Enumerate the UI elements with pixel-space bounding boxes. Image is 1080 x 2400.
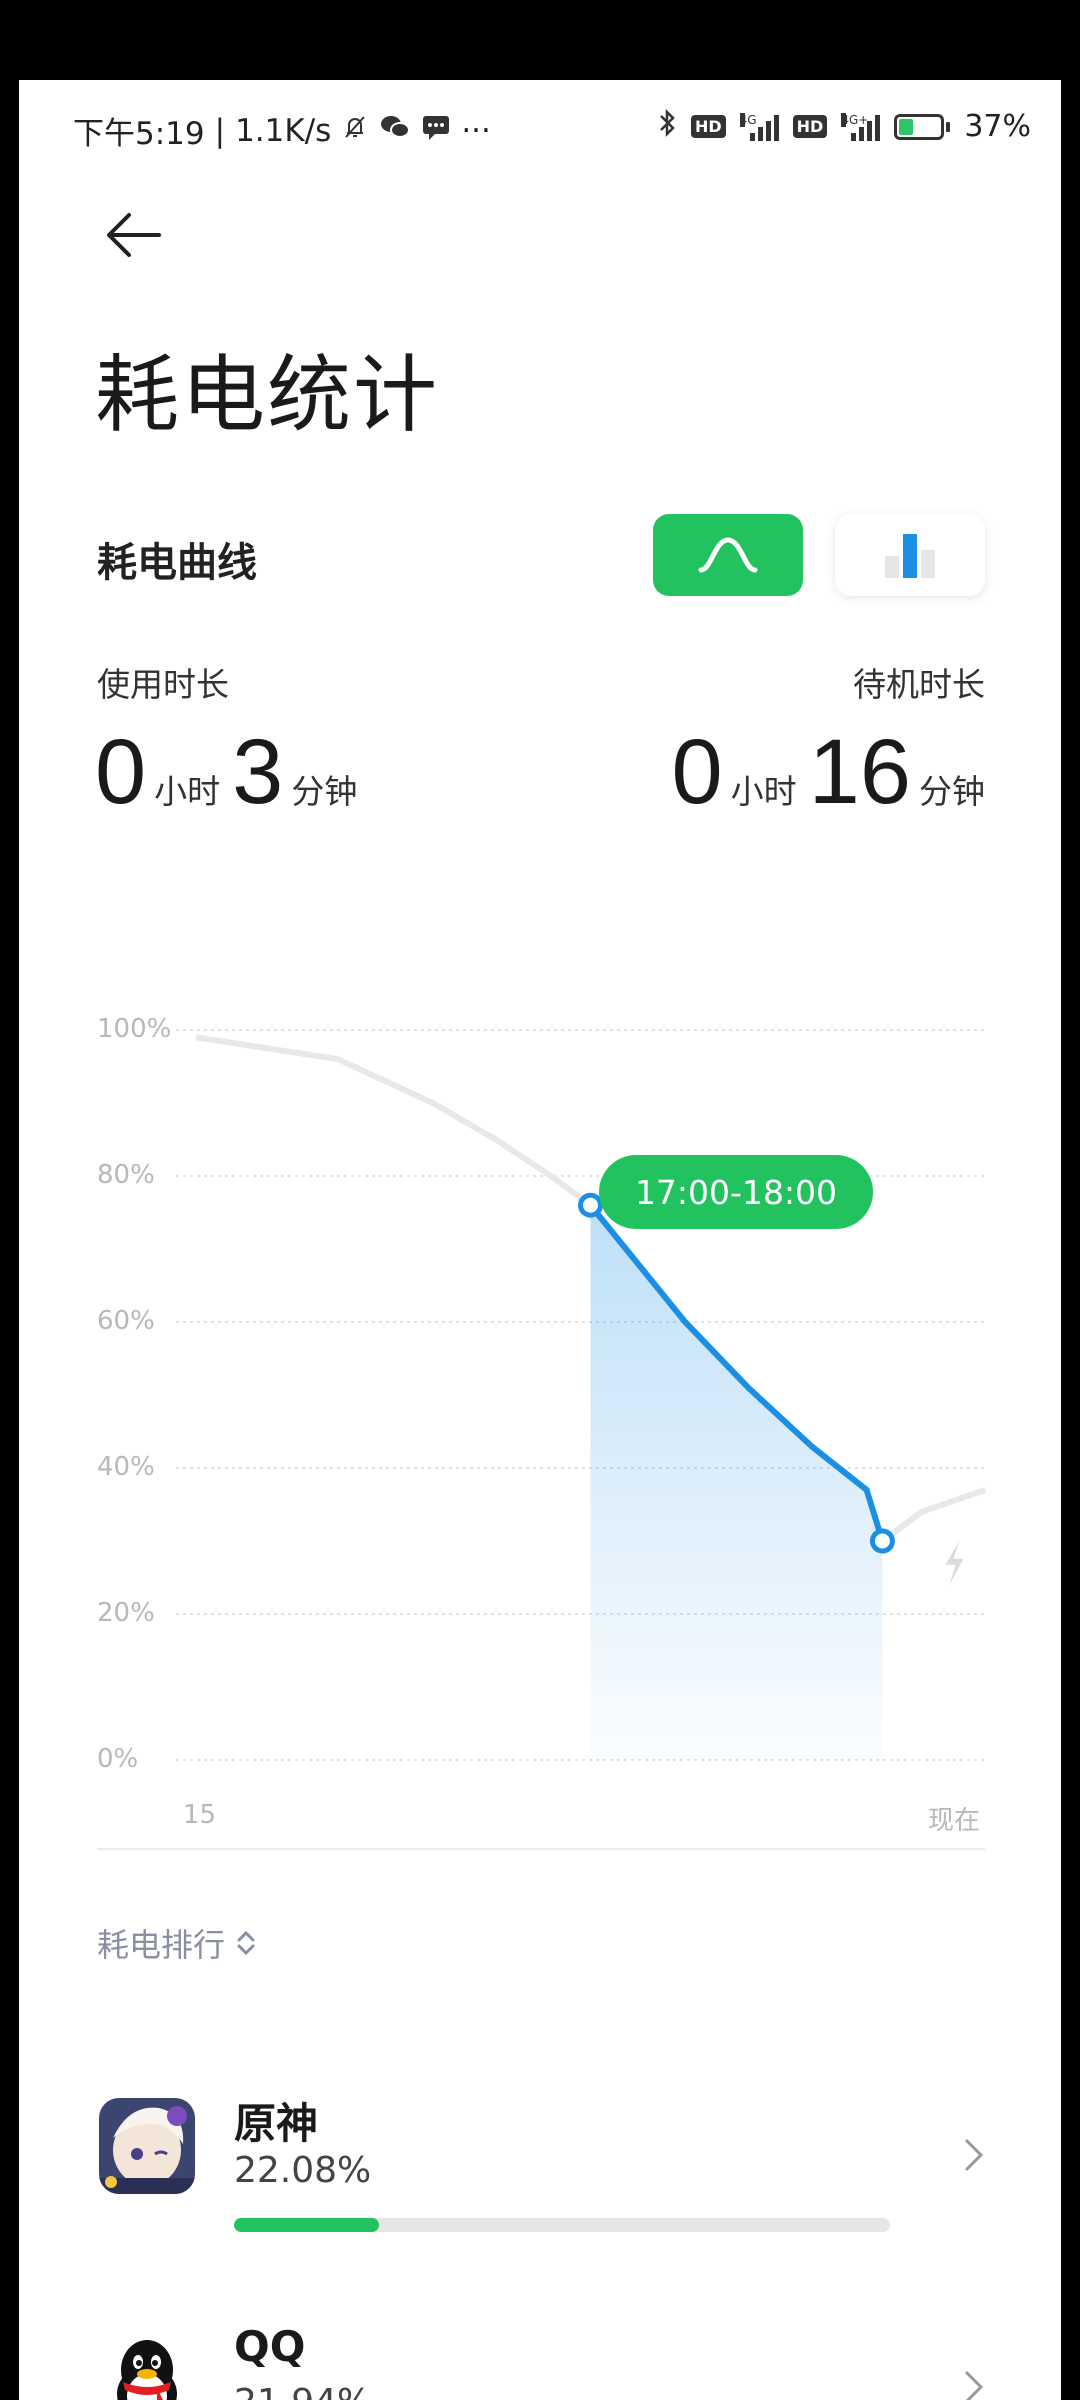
y-tick-label: 40%	[97, 1452, 155, 1482]
battery-chart-svg	[176, 1029, 986, 1761]
usage-hours: 0	[95, 721, 147, 823]
curve-view-button[interactable]	[653, 514, 803, 596]
status-left: 下午5:19 | 1.1K/s ···	[73, 108, 491, 153]
back-arrow-icon	[107, 213, 161, 257]
standby-minutes: 16	[808, 721, 911, 823]
curve-icon	[698, 537, 758, 573]
hour-unit: 小时	[154, 772, 221, 811]
chevron-right-icon	[965, 2371, 984, 2400]
x-tick-label: 现在	[928, 1806, 981, 1836]
standby-duration: 0 小时 16 分钟	[671, 720, 985, 825]
signal-icon-2: 4G+	[841, 112, 881, 141]
app-row-genshin[interactable]: 原神 22.08%	[19, 2040, 1061, 2240]
more-notifications-icon: ···	[461, 112, 491, 149]
qq-app-icon	[99, 2330, 195, 2400]
screen: 下午5:19 | 1.1K/s ··· HD 4G HD 4G+ 37% 耗电统…	[19, 80, 1061, 2400]
page-title: 耗电统计	[95, 346, 440, 444]
standby-hours: 0	[671, 721, 723, 823]
highlight-area	[590, 1205, 883, 1760]
y-tick-label: 20%	[97, 1598, 155, 1628]
minute-unit: 分钟	[919, 772, 985, 811]
ranking-sort-button[interactable]: 耗电排行	[97, 1920, 257, 1966]
usage-duration: 0 小时 3 分钟	[95, 720, 369, 825]
status-right: HD 4G HD 4G+ 37%	[657, 108, 1031, 145]
status-separator: |	[214, 112, 226, 149]
divider	[97, 1848, 985, 1850]
y-tick-label: 60%	[97, 1306, 155, 1336]
battery-icon	[894, 113, 951, 140]
network-type-label: 4G	[739, 112, 757, 127]
back-button[interactable]	[99, 200, 169, 270]
status-time: 下午5:19	[73, 116, 205, 152]
app-percent: 22.08%	[234, 2150, 372, 2191]
battery-percent: 37%	[964, 109, 1031, 144]
hour-unit: 小时	[730, 772, 797, 811]
wechat-icon	[379, 113, 411, 148]
signal-icon: 4G	[739, 112, 779, 141]
battery-chart[interactable]: 100% 80% 60% 40% 20% 0% 15 现在	[19, 960, 1061, 1840]
bar-view-button[interactable]	[835, 514, 985, 596]
silent-icon	[341, 113, 369, 148]
network-speed: 1.1K/s	[235, 112, 332, 149]
minute-unit: 分钟	[291, 772, 358, 811]
y-tick-label: 0%	[97, 1744, 139, 1774]
app-name: QQ	[234, 2322, 306, 2371]
section-title-curve: 耗电曲线	[97, 540, 257, 586]
battery-line-after	[880, 1487, 986, 1544]
app-row-qq[interactable]: QQ 21.94%	[19, 2272, 1061, 2400]
genshin-app-icon	[99, 2098, 195, 2194]
ranking-title: 耗电排行	[97, 1926, 226, 1964]
lightning-icon	[945, 1540, 964, 1585]
hd-badge: HD	[690, 115, 726, 138]
time-range-tooltip: 17:00-18:00	[599, 1155, 873, 1229]
usage-time-label: 使用时长	[97, 665, 229, 704]
highlight-point	[578, 1192, 603, 1218]
sort-toggle-icon	[237, 1930, 255, 1956]
highlight-point	[869, 1528, 895, 1554]
y-tick-label: 100%	[97, 1014, 172, 1044]
y-tick-label: 80%	[97, 1160, 155, 1190]
hd-badge-2: HD	[792, 115, 828, 138]
bar-chart-icon	[885, 534, 935, 578]
status-bar: 下午5:19 | 1.1K/s ··· HD 4G HD 4G+ 37%	[19, 80, 1061, 180]
message-icon	[421, 113, 451, 148]
chevron-right-icon	[965, 2139, 984, 2171]
network-type-label-2: 4G+	[841, 112, 869, 127]
app-percent: 21.94%	[234, 2382, 371, 2400]
x-tick-label: 15	[183, 1800, 217, 1830]
usage-minutes: 3	[232, 721, 284, 823]
app-name: 原神	[234, 2099, 319, 2148]
usage-progress-bar	[234, 2218, 890, 2232]
battery-line-before	[195, 1034, 593, 1208]
standby-time-label: 待机时长	[853, 665, 985, 704]
bluetooth-icon	[657, 108, 677, 145]
